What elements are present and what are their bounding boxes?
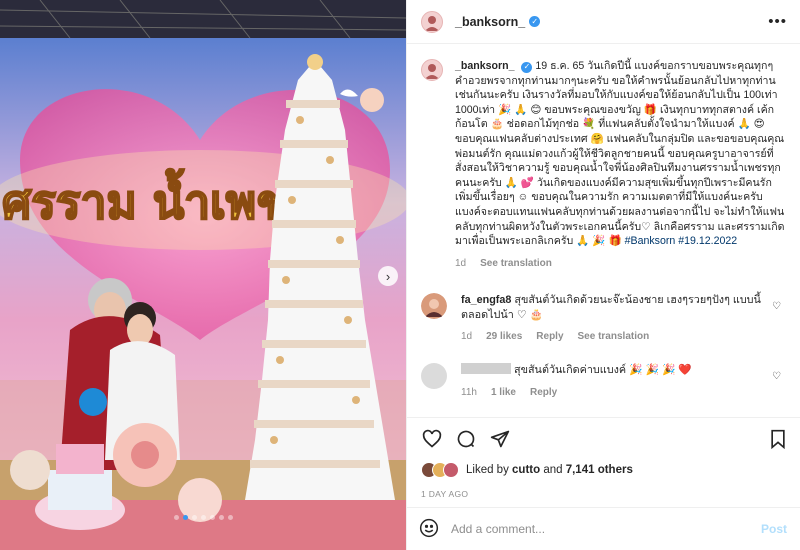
post-comment-button[interactable]: Post	[761, 522, 787, 536]
comment-item: fa_engfa8 สุขสันต์วันเกิดด้วยนะจ๊ะน้องชา…	[421, 293, 787, 345]
redacted-username	[461, 363, 511, 374]
add-comment-input[interactable]	[451, 522, 751, 536]
more-options-icon[interactable]: •••	[768, 13, 787, 30]
add-comment-bar: Post	[407, 507, 800, 550]
comment-icon[interactable]	[455, 428, 477, 450]
liked-by-others[interactable]: 7,141 others	[566, 464, 633, 476]
comment-like-heart-icon[interactable]: ♡	[772, 301, 781, 312]
carousel-dot	[218, 515, 224, 520]
comment-item: สุขสันต์วันเกิดค่าบแบงค์ 🎉 🎉 🎉 ❤️ 11h 1 …	[421, 363, 787, 400]
see-translation-button[interactable]: See translation	[578, 330, 650, 345]
comment-text: สุขสันต์วันเกิดค่าบแบงค์ 🎉 🎉 🎉 ❤️	[514, 364, 692, 376]
caption-time: 1d	[455, 257, 467, 269]
carousel-dot	[209, 515, 215, 520]
comment-meta: 11h 1 like Reply	[461, 386, 761, 401]
see-translation-button[interactable]: See translation	[480, 257, 552, 272]
birthday-cake-photo: ศรราม น้ำเพชร	[0, 0, 406, 550]
commenter-avatar[interactable]	[421, 363, 447, 389]
commenter-avatar[interactable]	[421, 293, 447, 319]
carousel-dot	[200, 515, 206, 520]
liker-avatar	[443, 462, 459, 478]
instagram-post-view: ศรราม น้ำเพชร › _banksorn_ ✓ ••• _bankso…	[0, 0, 800, 550]
comment-likes[interactable]: 29 likes	[486, 330, 522, 345]
avatar[interactable]	[421, 59, 443, 81]
carousel-next-button[interactable]: ›	[378, 266, 398, 286]
liked-by-prefix: Liked by	[466, 464, 513, 476]
carousel-dot	[173, 515, 179, 520]
comment-time: 1d	[461, 331, 473, 343]
liked-by-middle: and	[540, 464, 566, 476]
emoji-icon[interactable]	[419, 518, 439, 541]
post-time-ago: 1 DAY AGO	[421, 489, 469, 499]
chevron-right-icon: ›	[385, 268, 391, 284]
avatar[interactable]	[421, 10, 443, 33]
comment-like-heart-icon[interactable]: ♡	[772, 371, 781, 382]
caption-date: 19 ธ.ค. 65	[535, 60, 585, 72]
liked-by: Liked by cutto and 7,141 others	[421, 462, 633, 478]
caption-meta: 1d See translation	[455, 257, 785, 272]
reply-button[interactable]: Reply	[536, 330, 563, 345]
share-icon[interactable]	[489, 428, 511, 450]
bookmark-icon[interactable]	[767, 428, 789, 450]
comment-time: 11h	[461, 386, 477, 398]
carousel-dot	[227, 515, 233, 520]
comment-meta: 1d 29 likes Reply See translation	[461, 330, 761, 345]
heart-icon[interactable]	[421, 428, 443, 450]
liked-by-user[interactable]: cutto	[512, 464, 540, 476]
carousel-dot-active	[182, 515, 188, 520]
comment-username[interactable]: fa_engfa8	[461, 294, 511, 306]
header-username[interactable]: _banksorn_	[455, 15, 525, 29]
comments-section[interactable]: _banksorn_ ✓ 19 ธ.ค. 65 วันเกิดปีนี้ แบง…	[407, 45, 800, 405]
verified-badge-icon: ✓	[521, 61, 533, 73]
post-media[interactable]: ศรราม น้ำเพชร ›	[0, 0, 406, 550]
verified-badge-icon: ✓	[529, 16, 541, 27]
post-header: _banksorn_ ✓ •••	[407, 0, 800, 44]
reply-button[interactable]: Reply	[530, 386, 557, 401]
banner-text: ศรราม น้ำเพชร	[2, 168, 312, 229]
caption-hashtags[interactable]: #Banksorn #19.12.2022	[625, 235, 738, 247]
comment-likes[interactable]: 1 like	[491, 386, 516, 401]
post-details-panel: _banksorn_ ✓ ••• _banksorn_ ✓ 19 ธ.ค. 65…	[406, 0, 800, 550]
carousel-dots	[0, 515, 406, 520]
post-caption: _banksorn_ ✓ 19 ธ.ค. 65 วันเกิดปีนี้ แบง…	[421, 59, 787, 271]
caption-text: วันเกิดปีนี้ แบงค์ขอกราบขอบพระคุณทุกๆคำอ…	[455, 60, 785, 248]
caption-username[interactable]: _banksorn_	[455, 60, 514, 72]
carousel-dot	[191, 515, 197, 520]
